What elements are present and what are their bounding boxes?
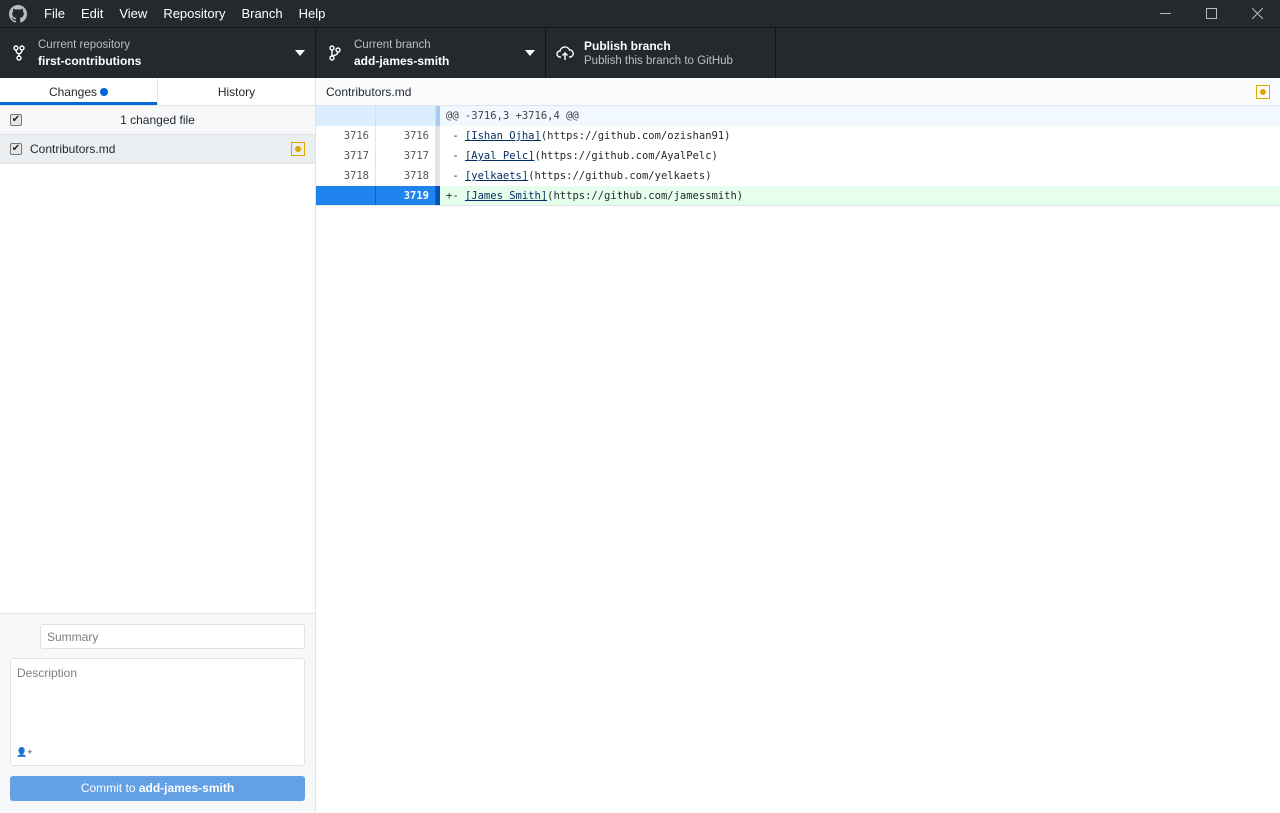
- line-content: - [Ishan Ojha](https://github.com/ozisha…: [440, 126, 1280, 146]
- tab-changes[interactable]: Changes: [0, 78, 157, 105]
- modified-icon: [1256, 84, 1270, 99]
- commit-button-branch: add-james-smith: [138, 781, 235, 795]
- diff-line[interactable]: 3717 3717 - [Ayal Pelc](https://github.c…: [316, 146, 1280, 166]
- publish-branch-button[interactable]: Publish branch Publish this branch to Gi…: [546, 28, 776, 78]
- current-branch-name: add-james-smith: [354, 53, 450, 68]
- tab-history[interactable]: History: [157, 78, 315, 105]
- commit-button[interactable]: Commit to add-james-smith: [10, 776, 305, 801]
- link-url: (https://github.com/yelkaets): [528, 170, 712, 182]
- menu-edit[interactable]: Edit: [73, 0, 111, 28]
- old-line-number: [316, 186, 376, 205]
- diff-pane: Contributors.md @@ -3716,3 +3716,4 @@ 37…: [316, 78, 1280, 813]
- line-content: +- [James Smith](https://github.com/jame…: [440, 186, 1280, 205]
- sidebar: Changes History ✔ 1 changed file ✔ Contr…: [0, 78, 316, 813]
- current-repository-label: Current repository: [38, 38, 131, 51]
- menu-help[interactable]: Help: [291, 0, 334, 28]
- hunk-header[interactable]: @@ -3716,3 +3716,4 @@: [316, 106, 1280, 126]
- description-input[interactable]: [11, 659, 304, 744]
- cloud-upload-icon: [554, 45, 576, 61]
- line-prefix: +-: [446, 190, 465, 202]
- changed-files-count: 1 changed file: [120, 113, 195, 127]
- diff-line-added[interactable]: 3719 +- [James Smith](https://github.com…: [316, 186, 1280, 206]
- file-name: Contributors.md: [30, 142, 116, 156]
- diff-line[interactable]: 3716 3716 - [Ishan Ojha](https://github.…: [316, 126, 1280, 146]
- file-checkbox[interactable]: ✔: [10, 143, 22, 155]
- line-content: - [Ayal Pelc](https://github.com/AyalPel…: [440, 146, 1280, 166]
- menu-repository[interactable]: Repository: [155, 0, 233, 28]
- menu-branch[interactable]: Branch: [233, 0, 290, 28]
- repo-fork-icon: [8, 45, 30, 61]
- modified-icon: [291, 142, 305, 156]
- title-bar: File Edit View Repository Branch Help: [0, 0, 1280, 28]
- old-line-number: 3718: [316, 166, 376, 186]
- branch-icon: [324, 45, 346, 61]
- line-prefix: -: [446, 130, 465, 142]
- line-prefix: -: [446, 150, 465, 162]
- hunk-header-text: @@ -3716,3 +3716,4 @@: [446, 110, 579, 122]
- link-url: (https://github.com/AyalPelc): [534, 150, 718, 162]
- close-button[interactable]: [1234, 0, 1280, 28]
- tab-history-label: History: [217, 85, 256, 99]
- current-repository-button[interactable]: Current repository first-contributions: [0, 28, 316, 78]
- old-line-number: [316, 106, 376, 126]
- diff-file-name: Contributors.md: [326, 84, 412, 99]
- link-text: [yelkaets]: [464, 170, 529, 182]
- github-logo-icon: [0, 4, 36, 23]
- toolbar: Current repository first-contributions C…: [0, 28, 1280, 78]
- link-text: [Ayal Pelc]: [464, 150, 535, 162]
- changes-indicator-dot: [100, 88, 109, 96]
- changes-header: ✔ 1 changed file: [0, 106, 315, 135]
- minimize-button[interactable]: [1142, 0, 1188, 28]
- sidebar-tabs: Changes History: [0, 78, 315, 106]
- chevron-down-icon: [525, 50, 535, 56]
- link-text: [Ishan Ojha]: [464, 130, 541, 142]
- current-repository-name: first-contributions: [38, 53, 142, 68]
- new-line-number: 3719: [376, 186, 436, 205]
- diff-line[interactable]: 3718 3718 - [yelkaets](https://github.co…: [316, 166, 1280, 186]
- current-branch-button[interactable]: Current branch add-james-smith: [316, 28, 546, 78]
- old-line-number: 3716: [316, 126, 376, 146]
- maximize-icon: [1205, 8, 1217, 19]
- old-line-number: 3717: [316, 146, 376, 166]
- maximize-button[interactable]: [1188, 0, 1234, 28]
- publish-branch-title: Publish branch: [584, 38, 671, 53]
- new-line-number: 3716: [376, 126, 436, 146]
- summary-input[interactable]: [40, 624, 305, 649]
- line-prefix: -: [446, 170, 465, 182]
- menu-view[interactable]: View: [111, 0, 155, 28]
- link-text: [James Smith]: [464, 190, 548, 202]
- new-line-number: 3717: [376, 146, 436, 166]
- menu-file[interactable]: File: [36, 0, 73, 28]
- new-line-number: 3718: [376, 166, 436, 186]
- publish-branch-subtitle: Publish this branch to GitHub: [584, 54, 733, 67]
- link-url: (https://github.com/ozishan91): [540, 130, 731, 142]
- current-branch-label: Current branch: [354, 38, 431, 51]
- description-box: 👤+: [10, 658, 305, 766]
- add-coauthor-icon[interactable]: 👤+: [16, 747, 32, 758]
- close-icon: [1251, 8, 1263, 19]
- commit-form: 👤+ Commit to add-james-smith: [0, 613, 315, 813]
- list-item[interactable]: ✔ Contributors.md: [0, 135, 315, 164]
- tab-changes-label: Changes: [48, 85, 98, 99]
- chevron-down-icon: [295, 50, 305, 56]
- new-line-number: [376, 106, 436, 126]
- link-url: (https://github.com/jamessmith): [547, 190, 744, 202]
- minimize-icon: [1159, 13, 1171, 14]
- line-content: - [yelkaets](https://github.com/yelkaets…: [440, 166, 1280, 186]
- diff-header: Contributors.md: [316, 78, 1280, 106]
- commit-button-prefix: Commit to: [80, 781, 139, 795]
